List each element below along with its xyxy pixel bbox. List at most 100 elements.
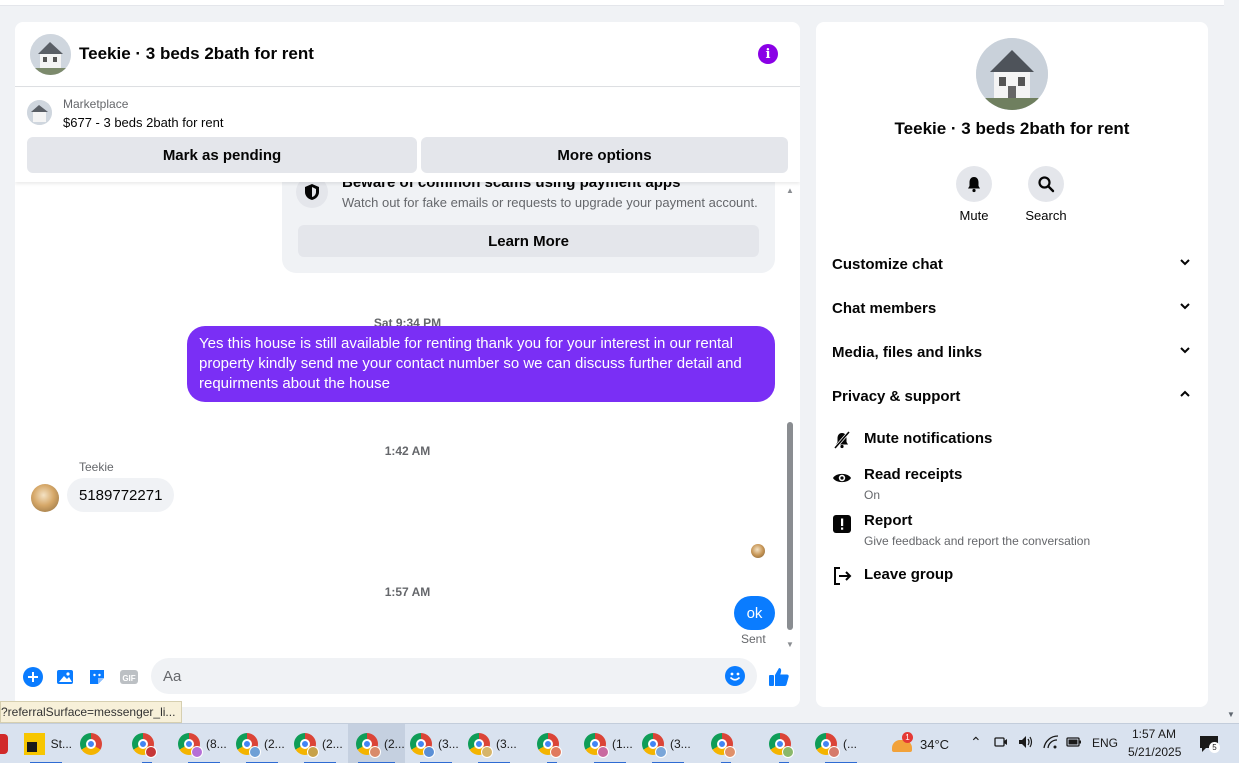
taskbar-window[interactable]: (3...: [410, 724, 462, 763]
scam-notice-subtitle: Watch out for fake emails or requests to…: [342, 195, 758, 210]
report-item[interactable]: Report Give feedback and report the conv…: [832, 512, 1192, 552]
plus-icon[interactable]: [23, 667, 43, 687]
item-description: On: [864, 488, 881, 502]
search-icon: [1038, 176, 1055, 193]
mute-button[interactable]: [956, 166, 992, 202]
avatar[interactable]: [31, 484, 59, 512]
battery-icon[interactable]: [1066, 736, 1082, 751]
marketplace-listing: Marketplace $677 - 3 beds 2bath for rent…: [15, 88, 800, 182]
group-avatar[interactable]: [30, 33, 71, 75]
timestamp: 1:42 AM: [384, 444, 431, 458]
weather-widget[interactable]: 1 34°C: [890, 724, 960, 763]
chrome-icon: [815, 733, 840, 758]
listing-thumbnail[interactable]: [27, 100, 52, 125]
message-scrollbar[interactable]: ▲ ▼: [785, 182, 795, 647]
scam-notice-card: Beware of common scams using payment app…: [282, 182, 775, 273]
taskbar-window[interactable]: [537, 724, 567, 763]
chevron-down-icon: [1178, 343, 1192, 361]
sticker-icon[interactable]: [87, 667, 107, 687]
taskbar-window[interactable]: (1...: [584, 724, 636, 763]
notification-count: 5: [1209, 742, 1220, 753]
weather-icon: 1: [890, 732, 914, 756]
listing-description[interactable]: $677 - 3 beds 2bath for rent: [63, 115, 223, 130]
clock-time[interactable]: 1:57 AM: [1132, 727, 1176, 741]
leave-group-item[interactable]: Leave group: [832, 566, 1192, 590]
taskbar-label: (3...: [496, 737, 517, 751]
more-options-button[interactable]: More options: [421, 137, 788, 173]
scrollbar-thumb[interactable]: [787, 422, 793, 630]
incoming-message[interactable]: 5189772271: [67, 478, 175, 512]
chrome-icon: [642, 733, 667, 758]
chrome-icon: [294, 733, 319, 758]
chevron-down-icon: [1178, 255, 1192, 273]
outgoing-message[interactable]: Yes this house is still available for re…: [187, 326, 775, 402]
taskbar-window[interactable]: (8...: [178, 724, 230, 763]
taskbar-app-edge[interactable]: [0, 724, 16, 763]
section-label: Media, files and links: [832, 343, 983, 361]
section-privacy-support[interactable]: Privacy & support: [832, 378, 1192, 414]
mark-as-pending-button[interactable]: Mark as pending: [27, 137, 417, 173]
read-receipts-item[interactable]: Read receipts On: [832, 466, 1192, 506]
svg-text:GIF: GIF: [122, 674, 135, 683]
taskbar-window[interactable]: [769, 724, 799, 763]
taskbar-window[interactable]: [711, 724, 741, 763]
volume-icon[interactable]: [1018, 735, 1034, 752]
leave-icon: [832, 566, 852, 586]
group-avatar-large[interactable]: [976, 38, 1048, 110]
page-scrollbar[interactable]: ▼: [1224, 0, 1239, 723]
gif-icon[interactable]: GIF: [119, 667, 139, 687]
image-icon[interactable]: [55, 667, 75, 687]
sticky-notes-icon: [24, 733, 45, 755]
taskbar-label: (2...: [264, 737, 285, 751]
item-label: Read receipts: [864, 466, 963, 483]
chat-title[interactable]: Teekie · 3 beds 2bath for rent: [79, 44, 314, 64]
chevron-up-icon[interactable]: ⌃: [970, 734, 982, 751]
taskbar-app-chrome-profile[interactable]: [132, 724, 162, 763]
mute-notifications-item[interactable]: Mute notifications: [832, 430, 1192, 454]
section-media-files-links[interactable]: Media, files and links: [832, 334, 1192, 370]
taskbar-window-active[interactable]: (2...: [348, 724, 405, 763]
mute-label: Mute: [959, 208, 989, 223]
scroll-down-icon[interactable]: ▼: [786, 640, 794, 647]
section-label: Customize chat: [832, 255, 943, 273]
thumbs-up-icon[interactable]: [767, 665, 791, 689]
clock-date[interactable]: 5/21/2025: [1128, 745, 1181, 759]
search-button[interactable]: [1028, 166, 1064, 202]
message-input[interactable]: [163, 666, 703, 686]
chrome-icon: [537, 733, 562, 758]
notification-icon[interactable]: 5: [1198, 733, 1220, 755]
taskbar-window[interactable]: (2...: [294, 724, 346, 763]
chat-panel: Teekie · 3 beds 2bath for rent i Marketp…: [15, 22, 800, 707]
read-receipt-avatar: [751, 544, 765, 558]
chrome-icon: [236, 733, 261, 758]
chrome-icon: [178, 733, 203, 758]
scroll-up-icon[interactable]: ▲: [786, 186, 794, 195]
meet-now-icon[interactable]: [994, 735, 1008, 752]
taskbar-app-chrome[interactable]: [80, 724, 110, 763]
info-icon[interactable]: i: [758, 44, 778, 64]
taskbar-window[interactable]: (...: [815, 724, 867, 763]
taskbar-label: (1...: [612, 737, 633, 751]
taskbar-label: (2...: [322, 737, 343, 751]
section-label: Chat members: [832, 299, 937, 317]
section-chat-members[interactable]: Chat members: [832, 290, 1192, 326]
message-input-box: [151, 658, 757, 694]
language-indicator[interactable]: ENG: [1092, 736, 1118, 750]
taskbar-label: (3...: [438, 737, 459, 751]
chat-header: Teekie · 3 beds 2bath for rent i: [15, 22, 800, 87]
listing-kind: Marketplace: [63, 97, 129, 111]
wifi-icon[interactable]: [1043, 735, 1059, 752]
taskbar-app-sticky[interactable]: St...: [20, 724, 72, 763]
chrome-icon: [80, 733, 102, 755]
taskbar-window[interactable]: (3...: [642, 724, 694, 763]
learn-more-button[interactable]: Learn More: [298, 225, 759, 257]
emoji-icon[interactable]: [725, 666, 745, 686]
taskbar-window[interactable]: (3...: [468, 724, 520, 763]
section-customize-chat[interactable]: Customize chat: [832, 246, 1192, 282]
browser-top-strip: [0, 0, 1224, 6]
outgoing-message[interactable]: ok: [734, 596, 775, 630]
timestamp: 1:57 AM: [384, 585, 431, 599]
chrome-icon: [584, 733, 609, 758]
chrome-icon: [132, 733, 157, 758]
taskbar-window[interactable]: (2...: [236, 724, 288, 763]
